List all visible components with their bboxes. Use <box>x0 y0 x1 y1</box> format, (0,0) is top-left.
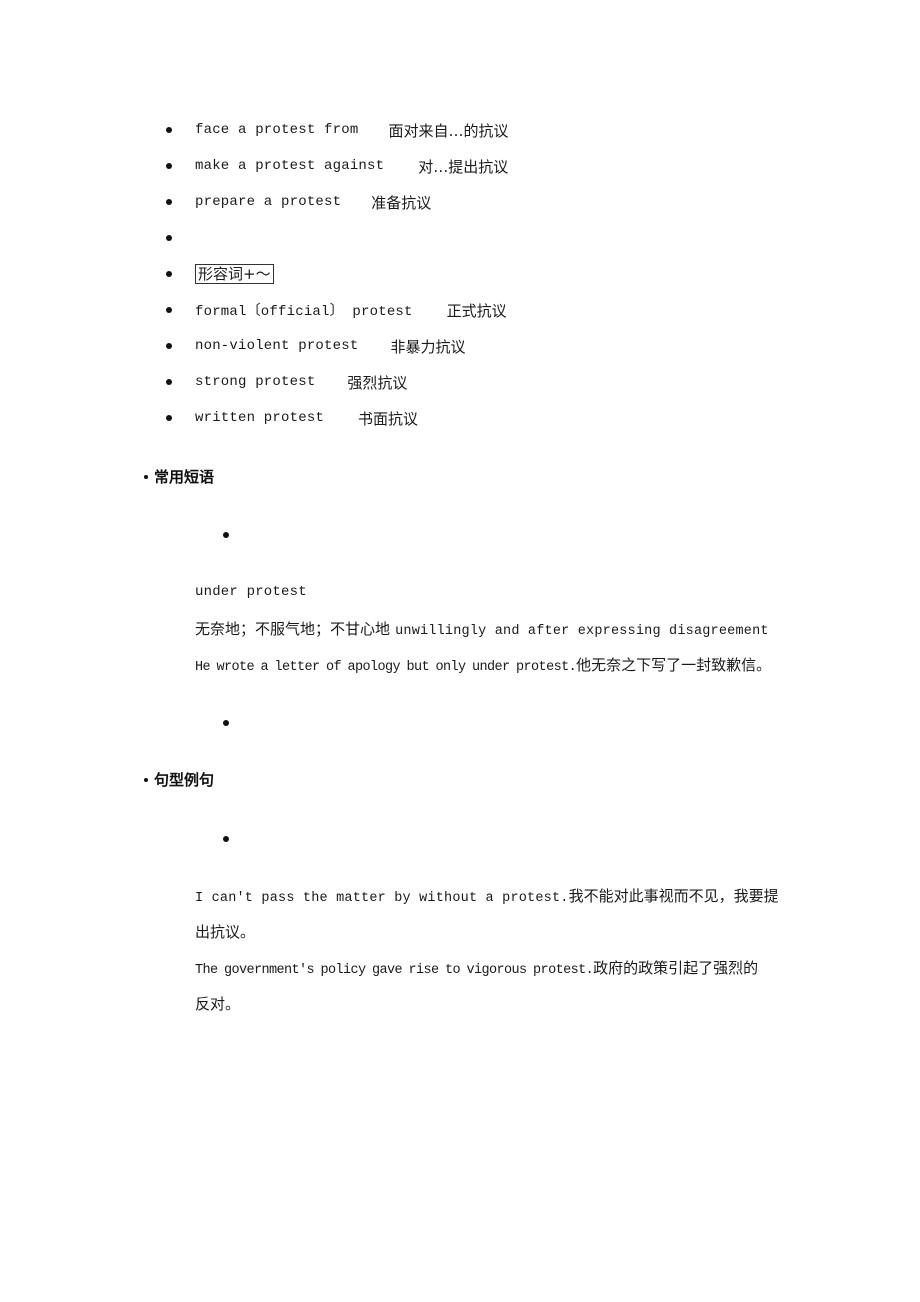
example-sentence: The government's policy gave rise to vig… <box>195 956 758 983</box>
bullet-icon <box>166 199 172 205</box>
collocation-chinese: 正式抗议 <box>446 301 507 320</box>
sentence-chinese-continued: 出抗议。 <box>195 923 256 941</box>
bullet-icon <box>166 415 172 421</box>
list-item: prepare a protest 准备抗议 <box>166 190 431 214</box>
bullet-icon <box>144 777 148 782</box>
definition-english: unwillingly and after expressing disagre… <box>395 624 769 639</box>
list-item: written protest 书面抗议 <box>166 406 418 430</box>
phrase-definition: 无奈地；不服气地；不甘心地 unwillingly and after expr… <box>195 617 769 644</box>
bullet-icon <box>166 271 172 277</box>
sentence-english: The government's policy gave rise to vig… <box>195 963 594 978</box>
section-title: 句型例句 <box>154 771 215 789</box>
sentence-chinese-continued: 反对。 <box>195 995 241 1013</box>
section-heading-sentences: 句型例句 <box>144 769 214 790</box>
phrase-example: He wrote a letter of apology but only un… <box>195 653 771 680</box>
collocation-english: make a protest against <box>195 158 385 174</box>
bullet-icon <box>166 343 172 349</box>
collocation-english: non-violent protest <box>195 338 359 354</box>
example-chinese: 他无奈之下写了一封致歉信。 <box>576 656 772 674</box>
list-item: face a protest from 面对来自…的抗议 <box>166 118 508 142</box>
list-item: formal〔official〕 protest 正式抗议 <box>166 298 507 322</box>
collocation-english: strong protest <box>195 374 316 390</box>
example-sentence: I can't pass the matter by without a pro… <box>195 884 779 911</box>
bullet-icon <box>166 307 172 313</box>
list-item: strong protest 强烈抗议 <box>166 370 407 394</box>
phrase-term: under protest <box>195 584 307 600</box>
sentence-english: I can't pass the matter by without a pro… <box>195 891 569 906</box>
empty-list-item <box>166 226 195 250</box>
collocation-english: formal〔official〕 protest <box>195 304 413 320</box>
bullet-icon <box>223 532 229 538</box>
collocation-english: written protest <box>195 410 325 426</box>
bullet-icon <box>166 235 172 241</box>
bullet-icon <box>223 720 229 726</box>
collocation-chinese: 对…提出抗议 <box>418 157 509 176</box>
collocation-chinese: 面对来自…的抗议 <box>388 121 509 140</box>
collocation-chinese: 非暴力抗议 <box>390 337 466 356</box>
collocation-chinese: 准备抗议 <box>371 193 432 212</box>
bullet-icon <box>166 127 172 133</box>
bullet-icon <box>223 836 229 842</box>
example-english: He wrote a letter of apology but only un… <box>195 660 577 675</box>
sentence-chinese: 我不能对此事视而不见，我要提 <box>568 887 779 905</box>
section-title: 常用短语 <box>154 468 215 486</box>
bullet-icon <box>144 474 148 479</box>
collocation-chinese: 书面抗议 <box>358 409 419 428</box>
collocation-english: face a protest from <box>195 122 359 138</box>
collocation-chinese: 强烈抗议 <box>347 373 408 392</box>
list-item: 形容词+～ <box>166 262 274 286</box>
collocation-english: prepare a protest <box>195 194 342 210</box>
bullet-icon <box>166 379 172 385</box>
document-page: face a protest from 面对来自…的抗议 make a prot… <box>0 0 920 1302</box>
sentence-chinese: 政府的政策引起了强烈的 <box>593 959 759 977</box>
list-item: make a protest against 对…提出抗议 <box>166 154 508 178</box>
definition-chinese: 无奈地；不服气地；不甘心地 <box>195 620 391 638</box>
section-heading-phrases: 常用短语 <box>144 466 214 487</box>
adjective-subheading: 形容词+～ <box>195 264 274 284</box>
list-item: non-violent protest 非暴力抗议 <box>166 334 465 358</box>
bullet-icon <box>166 163 172 169</box>
